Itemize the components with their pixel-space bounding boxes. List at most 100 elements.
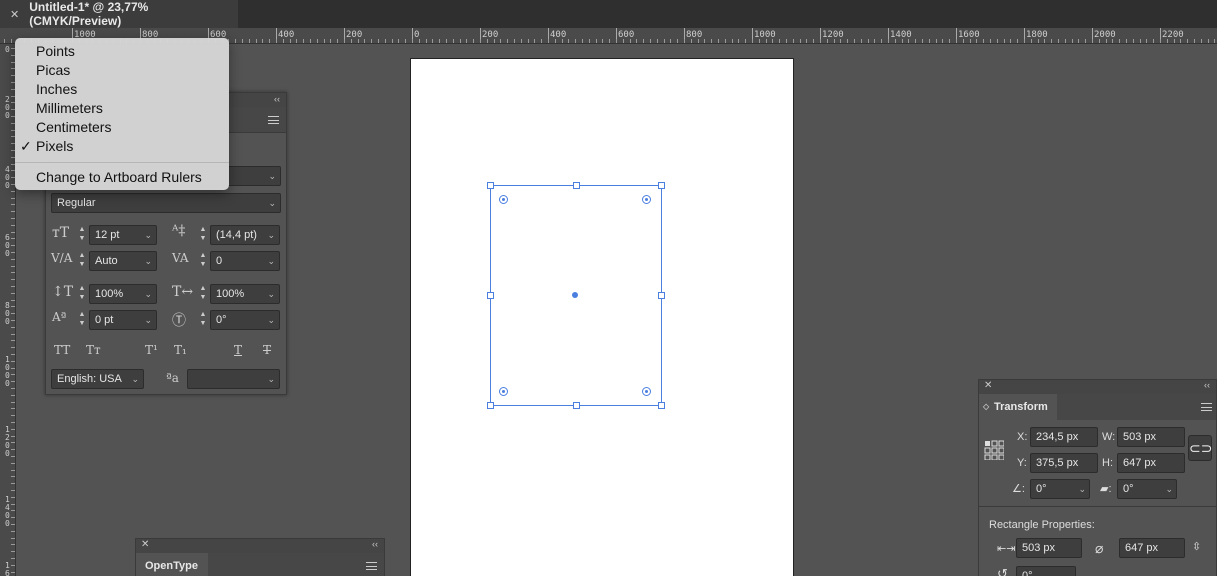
menu-item-centimeters[interactable]: Centimeters <box>15 118 229 137</box>
rotate-angle-field[interactable]: 0° ⌄ <box>1030 479 1090 499</box>
rect-width-field[interactable]: 503 px <box>1016 538 1082 558</box>
constrain-proportions-icon[interactable]: ⊂⊃ <box>1188 435 1212 461</box>
chevron-down-icon: ⌄ <box>268 198 276 208</box>
horizontal-scale-field[interactable]: 100% ⌄ <box>210 284 280 304</box>
ruler-minor-tick <box>296 39 297 43</box>
y-field[interactable]: 375,5 px <box>1030 453 1098 473</box>
ruler-minor-tick <box>11 191 15 192</box>
resize-handle[interactable] <box>573 402 580 409</box>
ruler-minor-tick <box>990 39 991 43</box>
ruler-minor-tick <box>11 572 15 573</box>
close-panel-icon[interactable]: ✕ <box>141 539 149 550</box>
font-size-stepper[interactable]: ▲ ▼ <box>76 225 88 245</box>
tracking-stepper[interactable]: ▲ ▼ <box>197 251 209 271</box>
font-style-dropdown[interactable]: Regular ⌄ <box>51 193 281 213</box>
language-dropdown[interactable]: English: USA ⌄ <box>51 369 144 389</box>
document-tab[interactable]: ✕ Untitled-1* @ 23,77% (CMYK/Preview) <box>0 0 238 28</box>
ruler-minor-tick <box>507 39 508 43</box>
ruler-minor-tick <box>11 408 15 409</box>
superscript-icon[interactable]: T¹ <box>145 343 158 357</box>
ruler-minor-tick <box>11 504 15 505</box>
close-panel-icon[interactable]: ✕ <box>984 380 992 391</box>
chevron-down-icon: ⌄ <box>1165 484 1173 494</box>
resize-handle[interactable] <box>487 402 494 409</box>
h-field[interactable]: 647 px <box>1117 453 1185 473</box>
leading-stepper[interactable]: ▲ ▼ <box>197 225 209 245</box>
menu-item-points[interactable]: Points <box>15 42 229 61</box>
collapse-icon[interactable]: ‹‹ <box>1204 380 1210 390</box>
baseline-shift-stepper[interactable]: ▲ ▼ <box>76 310 88 330</box>
baseline-shift-field[interactable]: 0 pt ⌄ <box>89 310 157 330</box>
ruler-minor-tick <box>494 39 495 43</box>
ruler-minor-tick <box>11 259 15 260</box>
vertical-scale-field[interactable]: 100% ⌄ <box>89 284 157 304</box>
x-field[interactable]: 234,5 px <box>1030 427 1098 447</box>
kerning-stepper[interactable]: ▲ ▼ <box>76 251 88 271</box>
ruler-minor-tick <box>650 39 651 43</box>
menu-item-inches[interactable]: Inches <box>15 80 229 99</box>
ruler-minor-tick <box>11 272 15 273</box>
horizontal-scale-stepper[interactable]: ▲ ▼ <box>197 284 209 304</box>
character-rotation-stepper[interactable]: ▲ ▼ <box>197 310 209 330</box>
character-rotation-field[interactable]: 0° ⌄ <box>210 310 280 330</box>
resize-handle[interactable] <box>658 402 665 409</box>
ruler-minor-tick <box>514 39 515 43</box>
resize-handle[interactable] <box>487 182 494 189</box>
tracking-field[interactable]: 0 ⌄ <box>210 251 280 271</box>
ruler-minor-tick <box>915 39 916 43</box>
panel-menu-icon[interactable] <box>366 562 377 570</box>
ruler-minor-tick <box>616 39 617 43</box>
kerning-field[interactable]: Auto ⌄ <box>89 251 157 271</box>
ruler-minor-tick <box>11 490 15 491</box>
small-caps-icon[interactable]: Tт <box>86 343 101 357</box>
collapse-icon[interactable]: ‹‹ <box>372 539 378 549</box>
ruler-minor-tick <box>1106 39 1107 43</box>
rect-angle-field[interactable]: 0° <box>1016 566 1076 576</box>
underline-icon[interactable]: T <box>234 343 242 357</box>
collapse-icon[interactable]: ‹‹ <box>274 94 280 104</box>
vertical-ruler[interactable]: 02004006008001000120014001600 <box>0 44 16 576</box>
ruler-minor-tick <box>11 483 15 484</box>
link-dimensions-icon[interactable]: ⌀ <box>1095 540 1103 557</box>
ruler-minor-tick <box>718 39 719 43</box>
ruler-minor-tick <box>262 39 263 43</box>
font-size-field[interactable]: 12 pt ⌄ <box>89 225 157 245</box>
corner-widget[interactable] <box>642 195 651 204</box>
resize-handle[interactable] <box>658 292 665 299</box>
chevron-down-icon: ⌄ <box>144 256 152 266</box>
anti-aliasing-dropdown[interactable]: ⌄ <box>187 369 280 389</box>
ruler-minor-tick <box>786 39 787 43</box>
menu-item-picas[interactable]: Picas <box>15 61 229 80</box>
menu-item-millimeters[interactable]: Millimeters <box>15 99 229 118</box>
panel-menu-icon[interactable] <box>268 116 279 124</box>
reference-point-icon[interactable] <box>984 440 1004 460</box>
corner-widget[interactable] <box>499 195 508 204</box>
ruler-minor-tick <box>643 39 644 43</box>
ruler-minor-tick <box>11 334 15 335</box>
ruler-minor-tick <box>11 497 15 498</box>
tab-transform[interactable]: ◇ Transform <box>979 394 1057 420</box>
rect-height-field[interactable]: 647 px <box>1119 538 1185 558</box>
close-tab-icon[interactable]: ✕ <box>10 8 19 21</box>
resize-handle[interactable] <box>658 182 665 189</box>
subscript-icon[interactable]: T₁ <box>174 343 187 357</box>
strikethrough-icon[interactable]: T <box>263 343 271 357</box>
ruler-minor-tick <box>426 39 427 43</box>
panel-menu-icon[interactable] <box>1201 403 1212 411</box>
corner-widget[interactable] <box>499 387 508 396</box>
tab-opentype[interactable]: OpenType <box>136 553 208 576</box>
ruler-minor-tick <box>766 39 767 43</box>
leading-field[interactable]: (14,4 pt) ⌄ <box>210 225 280 245</box>
shear-angle-field[interactable]: 0° ⌄ <box>1117 479 1177 499</box>
menu-item-change-to-artboard-rulers[interactable]: Change to Artboard Rulers <box>15 168 229 187</box>
all-caps-icon[interactable]: TT <box>54 343 70 357</box>
ruler-minor-tick <box>11 232 15 233</box>
resize-handle[interactable] <box>573 182 580 189</box>
w-field[interactable]: 503 px <box>1117 427 1185 447</box>
ruler-minor-tick <box>1167 39 1168 43</box>
ruler-minor-tick <box>283 39 284 43</box>
resize-handle[interactable] <box>487 292 494 299</box>
vertical-scale-stepper[interactable]: ▲ ▼ <box>76 284 88 304</box>
menu-item-pixels[interactable]: ✓ Pixels <box>15 137 229 156</box>
corner-widget[interactable] <box>642 387 651 396</box>
